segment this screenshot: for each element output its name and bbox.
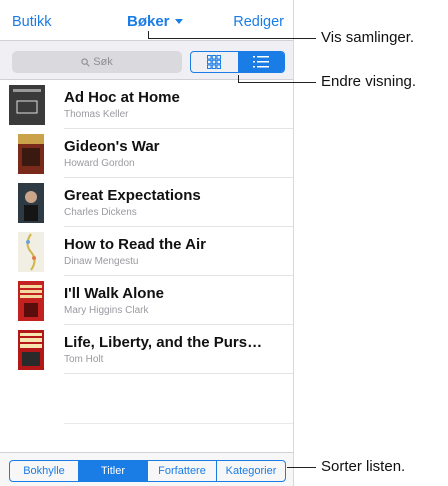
callout-view: Endre visning. bbox=[321, 73, 417, 90]
book-cover bbox=[18, 232, 44, 272]
ibooks-screen: Butikk Bøker Rediger Søk Ad Hoc at Home … bbox=[0, 0, 294, 486]
callout-line bbox=[238, 82, 316, 83]
book-list: Ad Hoc at Home Thomas Keller Gideon's Wa… bbox=[0, 80, 293, 456]
tab-bookshelf[interactable]: Bokhylle bbox=[10, 461, 79, 481]
callout-collections: Vis samlinger. bbox=[321, 29, 415, 46]
callout-line bbox=[148, 31, 149, 39]
book-author: Mary Higgins Clark bbox=[64, 305, 149, 316]
search-input[interactable]: Søk bbox=[12, 51, 182, 73]
book-row[interactable]: Ad Hoc at Home Thomas Keller bbox=[0, 80, 293, 129]
list-icon bbox=[252, 56, 269, 68]
row-divider bbox=[64, 423, 293, 424]
book-row[interactable]: How to Read the Air Dinaw Mengestu bbox=[0, 227, 293, 276]
book-cover bbox=[18, 183, 44, 223]
book-author: Tom Holt bbox=[64, 354, 104, 365]
tab-authors[interactable]: Forfattere bbox=[148, 461, 217, 481]
tab-categories[interactable]: Kategorier bbox=[217, 461, 285, 481]
book-title: I'll Walk Alone bbox=[64, 285, 164, 302]
row-divider bbox=[64, 373, 293, 374]
book-title: Gideon's War bbox=[64, 138, 160, 155]
grid-icon bbox=[207, 55, 222, 69]
grid-view-button[interactable] bbox=[191, 52, 238, 72]
book-row[interactable]: I'll Walk Alone Mary Higgins Clark bbox=[0, 276, 293, 325]
chevron-down-icon bbox=[174, 19, 183, 24]
book-cover bbox=[18, 281, 44, 321]
search-bar: Søk bbox=[0, 40, 293, 80]
callout-line bbox=[148, 38, 316, 39]
search-placeholder: Søk bbox=[93, 56, 113, 68]
book-author: Dinaw Mengestu bbox=[64, 256, 139, 267]
book-cover bbox=[9, 85, 45, 125]
navigation-bar: Butikk Bøker Rediger bbox=[0, 0, 293, 40]
book-author: Howard Gordon bbox=[64, 158, 135, 169]
search-icon bbox=[81, 58, 90, 67]
book-cover bbox=[18, 134, 44, 174]
book-row[interactable]: Life, Liberty, and the Purs… Tom Holt bbox=[0, 325, 293, 374]
book-row[interactable]: Great Expectations Charles Dickens bbox=[0, 178, 293, 227]
collections-label: Bøker bbox=[127, 13, 170, 30]
tab-titles[interactable]: Titler bbox=[79, 461, 148, 481]
callout-line bbox=[238, 75, 239, 83]
sort-segmented-control: Bokhylle Titler Forfattere Kategorier bbox=[9, 460, 286, 482]
callout-line bbox=[287, 467, 316, 468]
book-cover bbox=[18, 330, 44, 370]
view-toggle bbox=[190, 51, 285, 73]
sort-bar: Bokhylle Titler Forfattere Kategorier bbox=[0, 452, 293, 486]
edit-button[interactable]: Rediger bbox=[233, 14, 284, 30]
book-title: How to Read the Air bbox=[64, 236, 206, 253]
book-row[interactable]: Gideon's War Howard Gordon bbox=[0, 129, 293, 178]
callout-sort: Sorter listen. bbox=[321, 458, 406, 475]
list-view-button[interactable] bbox=[237, 52, 284, 72]
store-button[interactable]: Butikk bbox=[12, 14, 52, 30]
book-author: Thomas Keller bbox=[64, 109, 129, 120]
book-title: Ad Hoc at Home bbox=[64, 89, 180, 106]
book-title: Life, Liberty, and the Purs… bbox=[64, 334, 263, 351]
book-title: Great Expectations bbox=[64, 187, 201, 204]
book-author: Charles Dickens bbox=[64, 207, 137, 218]
collections-button[interactable]: Bøker bbox=[127, 13, 183, 30]
